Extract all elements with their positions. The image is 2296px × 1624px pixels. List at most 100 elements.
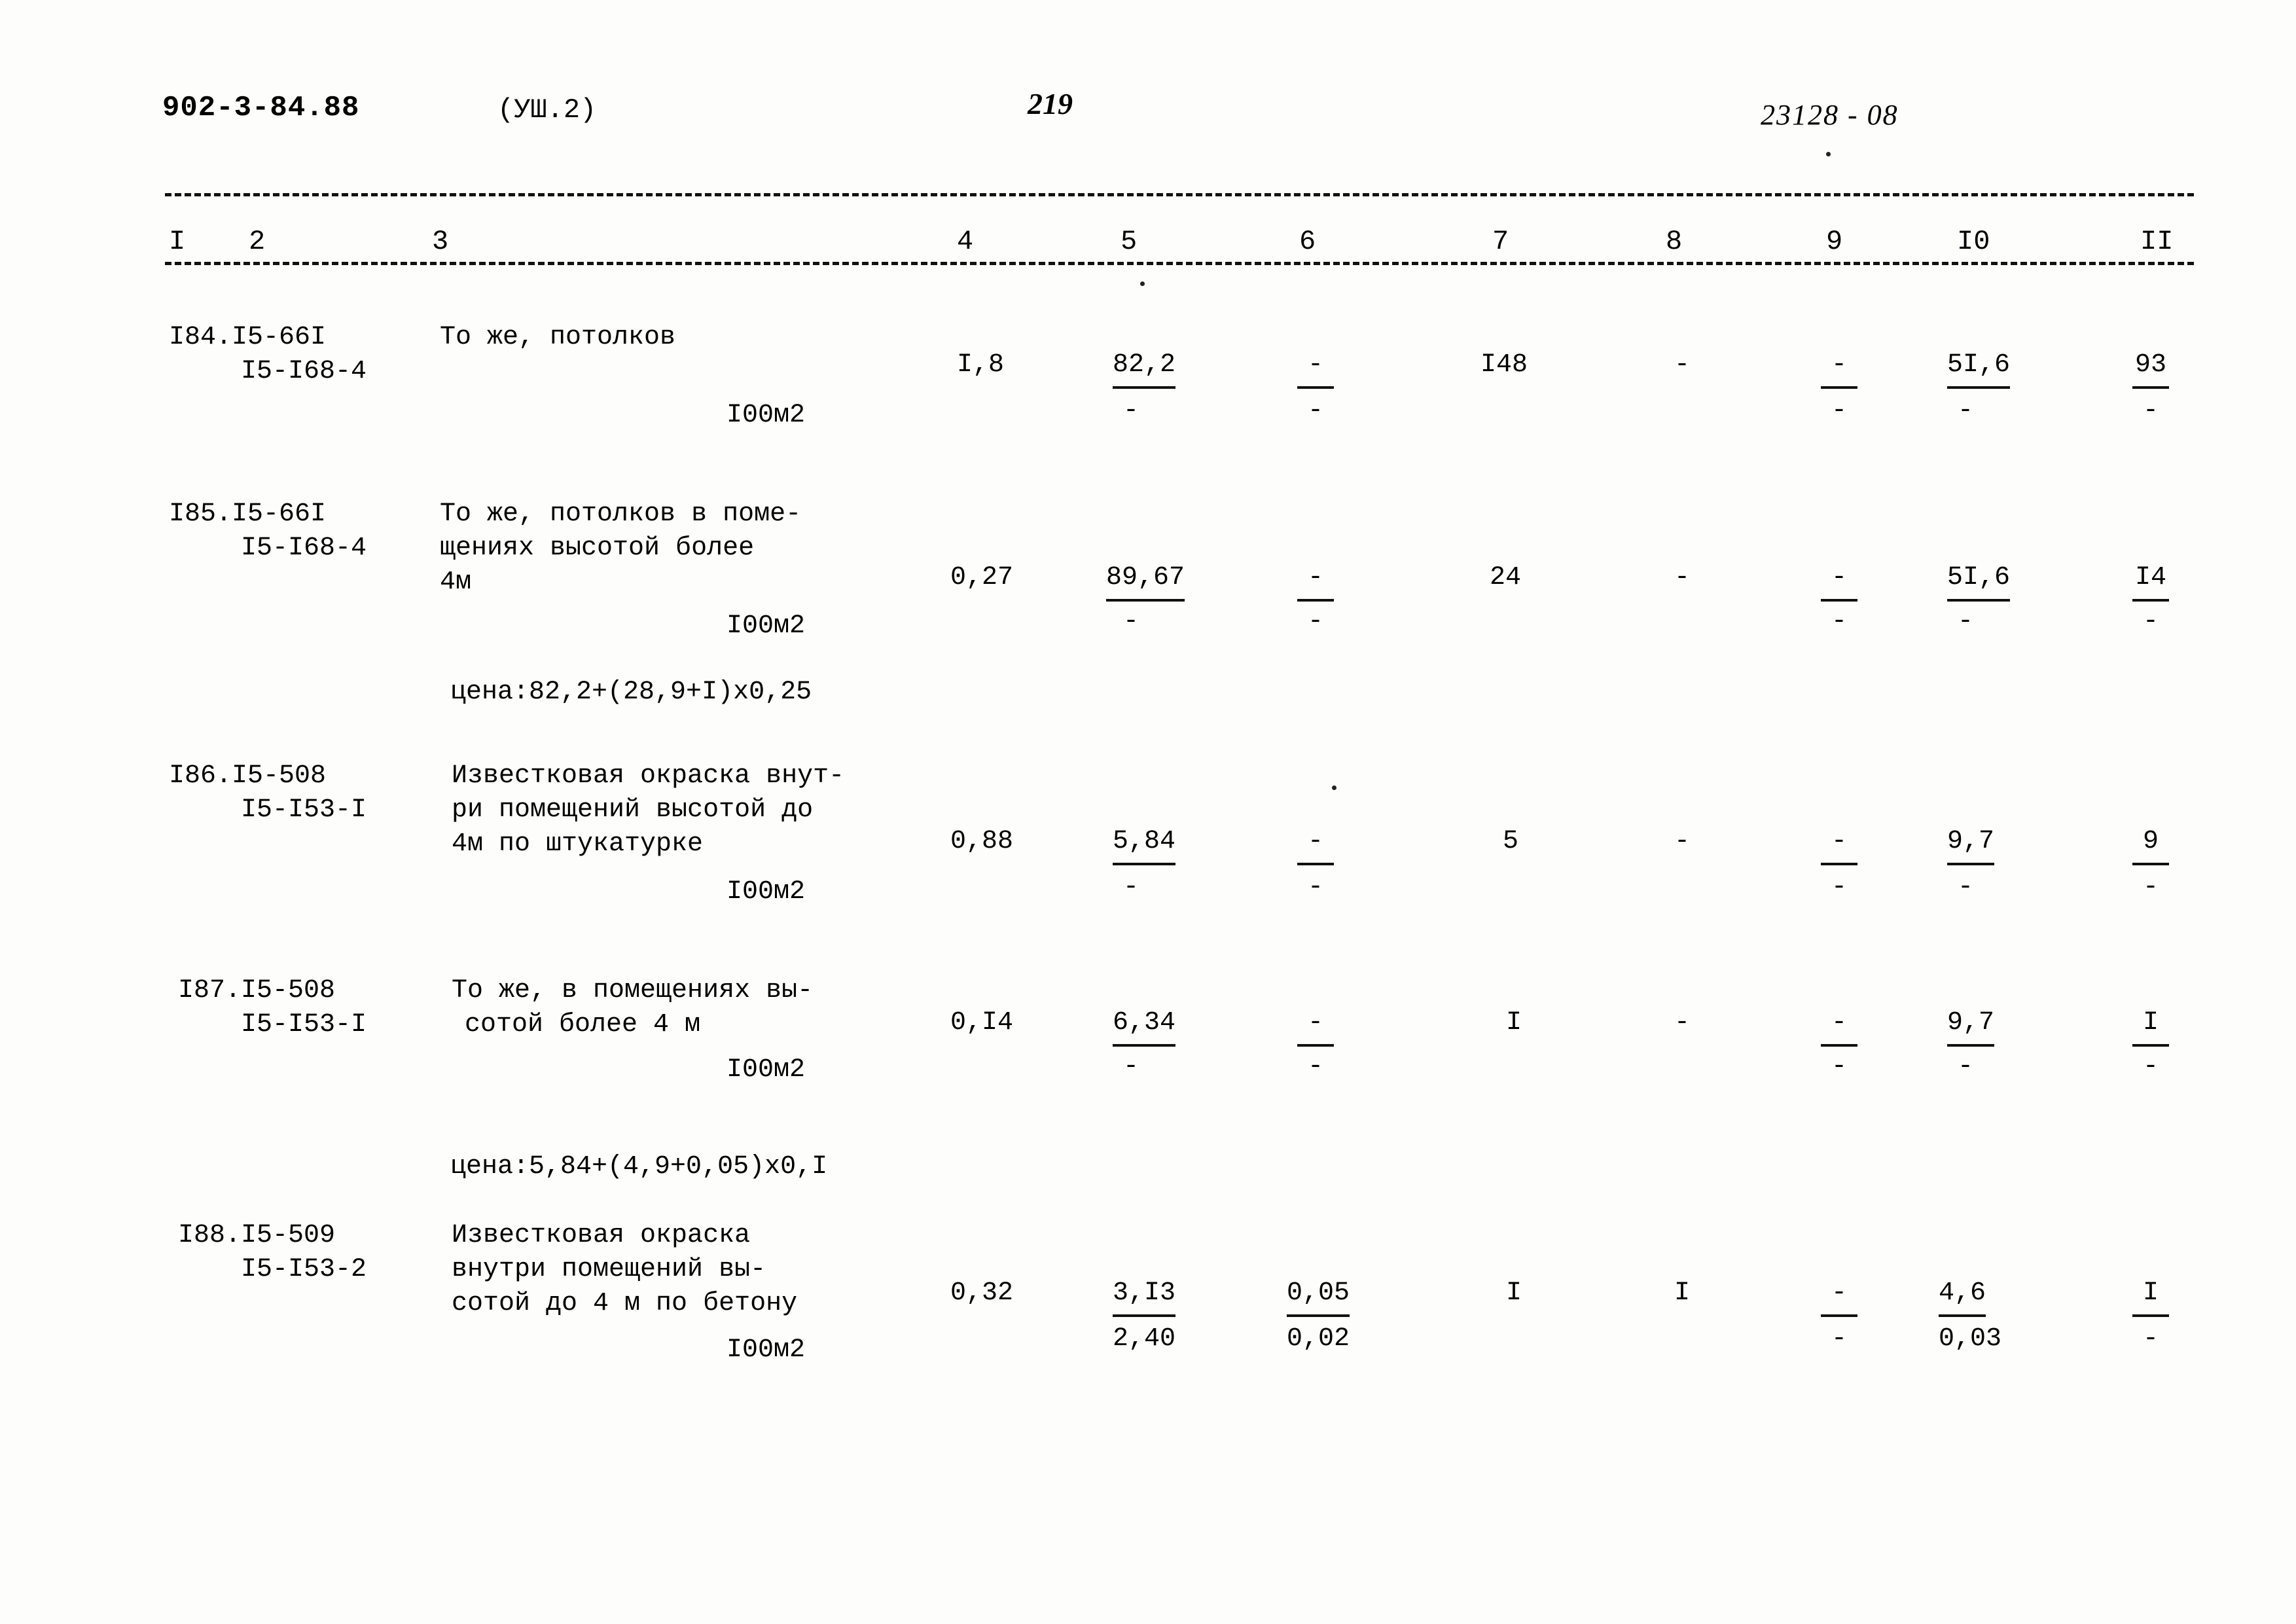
row-index-secondary: I5-I53-I bbox=[241, 795, 367, 825]
cell-c6-top: 0,05 bbox=[1287, 1275, 1350, 1317]
cell-c11-bottom: - bbox=[2142, 396, 2159, 425]
row-description-line: То же, в помещениях вы- bbox=[452, 976, 814, 1005]
cell-c5-top: 89,67 bbox=[1106, 560, 1185, 602]
cell-c10-bottom: - bbox=[1957, 607, 1973, 636]
cell-c9-top: - bbox=[1821, 1275, 1857, 1317]
cell-c4: 0,27 bbox=[950, 563, 1014, 592]
cell-c6-bottom: - bbox=[1307, 607, 1323, 636]
row-index-primary: I85.I5-66I bbox=[169, 499, 327, 529]
cell-c6-top: - bbox=[1297, 1005, 1334, 1047]
cell-c6-top: - bbox=[1297, 560, 1334, 602]
section-label: (УШ.2) bbox=[497, 94, 597, 126]
col-num-7: 7 bbox=[1492, 226, 1509, 257]
col-num-11: II bbox=[2140, 226, 2174, 257]
table-top-divider bbox=[165, 193, 2194, 196]
row-description-line: Известковая окраска внут- bbox=[452, 761, 845, 791]
document-page: 902-3-84.88 (УШ.2) 219 23128 - 08 I 2 3 … bbox=[0, 0, 2296, 1624]
page-header: 902-3-84.88 (УШ.2) 219 23128 - 08 bbox=[0, 87, 2296, 144]
cell-c10-bottom: - bbox=[1957, 396, 1973, 425]
row-description-line: внутри помещений вы- bbox=[452, 1255, 766, 1284]
cell-c5-bottom: - bbox=[1122, 607, 1139, 636]
cell-c11-top: I4 bbox=[2132, 560, 2169, 602]
row-description-line: сотой до 4 м по бетону bbox=[452, 1289, 798, 1318]
cell-c5-top: 82,2 bbox=[1113, 347, 1176, 389]
col-num-3: 3 bbox=[432, 226, 449, 257]
col-num-1: I bbox=[169, 226, 186, 257]
row-unit: I00м2 bbox=[726, 1335, 806, 1365]
cell-c11-bottom: - bbox=[2142, 1324, 2159, 1354]
row-description-line: То же, потолков bbox=[440, 323, 676, 352]
cell-c8: - bbox=[1674, 563, 1690, 592]
row-description-line: То же, потолков в поме- bbox=[440, 499, 802, 529]
row-description-line: ри помещений высотой до bbox=[452, 795, 814, 825]
row-index-primary: I86.I5-508 bbox=[169, 761, 327, 791]
col-num-9: 9 bbox=[1826, 226, 1843, 257]
row-unit: I00м2 bbox=[726, 401, 806, 430]
cell-c6-top: - bbox=[1297, 823, 1334, 865]
cell-c5-bottom: - bbox=[1122, 396, 1139, 425]
cell-c9-bottom: - bbox=[1831, 607, 1847, 636]
cell-c6-bottom: 0,02 bbox=[1287, 1324, 1350, 1354]
cell-c6-bottom: - bbox=[1307, 873, 1323, 902]
cell-c11-top: I bbox=[2132, 1275, 2169, 1317]
cell-c8: - bbox=[1674, 1008, 1690, 1038]
scan-speck bbox=[1332, 785, 1336, 790]
cell-c10-top: 4,6 bbox=[1939, 1275, 1986, 1317]
price-note: цена:82,2+(28,9+I)х0,25 bbox=[450, 677, 812, 707]
row-index-secondary: I5-I68-4 bbox=[241, 533, 367, 563]
row-index-primary: I88.I5-509 bbox=[178, 1221, 336, 1250]
row-index-primary: I84.I5-66I bbox=[169, 323, 327, 352]
cell-c5-top: 6,34 bbox=[1113, 1005, 1176, 1047]
row-description-line: 4м bbox=[440, 568, 472, 597]
row-index-secondary: I5-I53-I bbox=[241, 1010, 367, 1039]
cell-c11-bottom: - bbox=[2142, 1052, 2159, 1081]
cell-c9-bottom: - bbox=[1831, 396, 1847, 425]
document-code: 902-3-84.88 bbox=[162, 92, 360, 124]
cell-c6-top: - bbox=[1297, 347, 1334, 389]
cell-c10-top: 9,7 bbox=[1947, 1005, 1995, 1047]
cell-c9-top: - bbox=[1821, 1005, 1857, 1047]
cell-c4: I,8 bbox=[957, 350, 1005, 380]
cell-c10-bottom: 0,03 bbox=[1939, 1324, 2002, 1354]
cell-c4: 0,88 bbox=[950, 827, 1014, 856]
cell-c10-top: 9,7 bbox=[1947, 823, 1995, 865]
cell-c10-top: 5I,6 bbox=[1947, 560, 2011, 602]
cell-c10-bottom: - bbox=[1957, 1052, 1973, 1081]
cell-c7: I bbox=[1505, 1008, 1522, 1038]
scan-speck bbox=[1140, 281, 1145, 286]
col-num-2: 2 bbox=[249, 226, 266, 257]
row-index-secondary: I5-I53-2 bbox=[241, 1255, 367, 1284]
cell-c4: 0,32 bbox=[950, 1278, 1014, 1308]
cell-c8: I bbox=[1674, 1278, 1690, 1308]
cell-c5-bottom: 2,40 bbox=[1113, 1324, 1176, 1354]
row-unit: I00м2 bbox=[726, 1055, 806, 1085]
row-index-secondary: I5-I68-4 bbox=[241, 357, 367, 386]
cell-c5-top: 5,84 bbox=[1113, 823, 1176, 865]
cell-c7: 5 bbox=[1502, 827, 1518, 856]
col-num-10: I0 bbox=[1957, 226, 1990, 257]
row-description-line: щениях высотой более bbox=[440, 533, 755, 563]
cell-c6-bottom: - bbox=[1307, 1052, 1323, 1081]
row-unit: I00м2 bbox=[726, 877, 806, 907]
row-description-line: 4м по штукатурке bbox=[452, 829, 704, 859]
cell-c8: - bbox=[1674, 350, 1690, 380]
cell-c9-top: - bbox=[1821, 347, 1857, 389]
cell-c10-top: 5I,6 bbox=[1947, 347, 2011, 389]
table-header-divider bbox=[165, 262, 2194, 265]
cell-c11-top: 9 bbox=[2132, 823, 2169, 865]
cell-c6-bottom: - bbox=[1307, 396, 1323, 425]
cell-c9-top: - bbox=[1821, 560, 1857, 602]
cell-c7: I bbox=[1505, 1278, 1522, 1308]
cell-c7: 24 bbox=[1489, 563, 1521, 592]
col-num-4: 4 bbox=[957, 226, 974, 257]
cell-c11-top: 93 bbox=[2132, 347, 2169, 389]
cell-c11-top: I bbox=[2132, 1005, 2169, 1047]
page-number: 219 bbox=[1028, 87, 1073, 120]
cell-c4: 0,I4 bbox=[950, 1008, 1014, 1038]
col-num-6: 6 bbox=[1299, 226, 1316, 257]
cell-c9-bottom: - bbox=[1831, 873, 1847, 902]
price-note: цена:5,84+(4,9+0,05)х0,I bbox=[450, 1152, 828, 1182]
cell-c5-bottom: - bbox=[1122, 873, 1139, 902]
cell-c7: I48 bbox=[1480, 350, 1528, 380]
row-description-line: сотой более 4 м bbox=[465, 1010, 701, 1039]
